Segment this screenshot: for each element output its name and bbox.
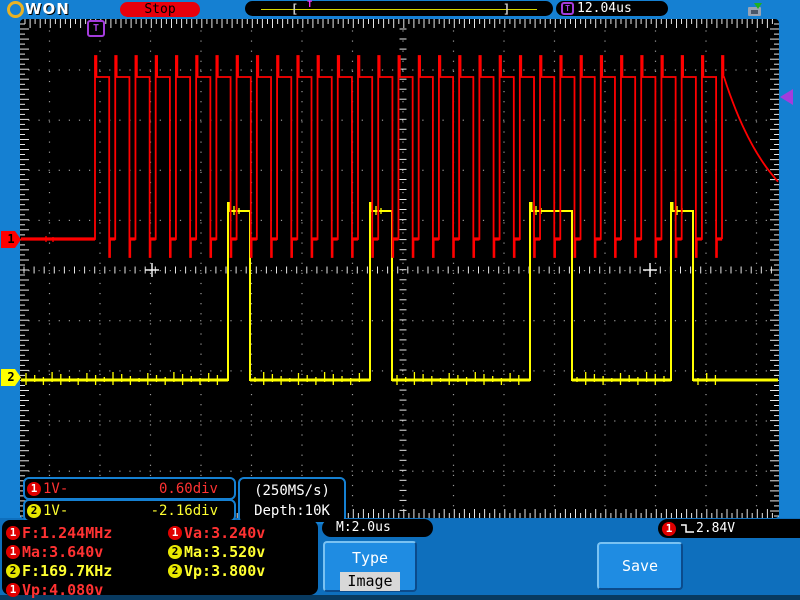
ch2-scale-readout: 2 1V- -2.16div [23,499,236,522]
ch1-position-value: 0.60div [158,480,218,497]
measurement-value: Vp:3.800v [184,561,266,580]
type-menu-button[interactable]: Type Image [323,541,417,592]
logo-text: WON [25,0,70,18]
measurement-row: 2 Vp:3.800v [168,561,265,580]
ch1-badge: 1 [168,525,182,540]
ch1-position-tag: 1 [1,231,21,248]
acquisition-readout: (250MS/s) Depth:10K [238,477,346,524]
logo-o-ring-icon [7,1,24,18]
sample-rate: (250MS/s) [254,483,330,499]
falling-edge-icon [681,524,694,533]
trigger-level-value: 2.84V [696,521,736,536]
run-state-badge: Stop [120,2,200,17]
trigger-level-arrow-icon [780,89,793,105]
ch2-badge: 2 [168,544,182,559]
ch1-scale-readout: 1 1V- 0.60div [23,477,236,500]
measurement-value: Ma:3.520v [184,542,266,561]
owon-logo: WON [7,1,70,18]
measurement-row: 2 Ma:3.520v [168,542,265,561]
record-position-line [261,9,537,10]
measurement-row: 1 Va:3.240v [168,523,265,542]
measurements-panel: 1 F:1.244MHz 1 Ma:3.640v 2 F:169.7KHz 1 Vp:4… [2,520,318,599]
memory-depth: Depth:10K [254,503,330,519]
type-value: Image [340,572,400,591]
trigger-t-icon: T [561,2,574,15]
ch2-badge: 2 [6,563,20,578]
horizontal-trigger-marker: T [87,20,105,37]
ch2-position-value: -2.16div [150,502,218,519]
trigger-time-readout: T 12.04us [556,1,668,16]
ch1-badge: 1 [6,582,20,597]
ch2-badge: 2 [27,503,41,518]
oscilloscope-screen: { "header": { "logo_text": "WON", "run_s… [0,0,800,600]
ch1-badge: 1 [662,521,676,536]
measurement-value: Ma:3.640v [22,542,104,561]
measurement-value: Va:3.240v [184,523,266,542]
ch2-position-tag: 2 [1,369,21,386]
measurement-row: 1 Vp:4.080v [6,580,112,599]
window-left-bracket: [ [291,2,299,16]
measurement-row: 2 F:169.7KHz [6,561,112,580]
ch1-coupling: 1V- [43,480,69,497]
top-bar: WON Stop [ ] T T 12.04us [0,0,800,19]
ch1-badge: 1 [6,544,20,559]
ch2-coupling: 1V- [43,502,69,519]
ch1-badge: 1 [6,525,20,540]
ch1-badge: 1 [27,481,41,496]
measurement-value: Vp:4.080v [22,580,104,599]
timebase-readout: M:2.0us [322,519,433,537]
measurement-value: F:1.244MHz [22,523,113,542]
measurement-row: 1 F:1.244MHz [6,523,112,542]
type-label: Type [351,549,389,567]
ch2-badge: 2 [168,563,182,578]
measurement-value: F:169.7KHz [22,561,113,580]
trigger-time-value: 12.04us [577,1,632,16]
usb-storage-icon [747,3,765,17]
save-button[interactable]: Save [597,542,683,590]
measurement-row: 1 Ma:3.640v [6,542,112,561]
trigger-level-readout: 1 2.84V [658,519,800,538]
trigger-position-mark: T [307,0,313,10]
bottom-edge [0,595,800,600]
waveform-display [20,19,779,518]
graticule-and-waveforms [20,19,779,518]
record-position-bar: [ ] T [245,1,553,16]
window-right-bracket: ] [503,2,511,16]
